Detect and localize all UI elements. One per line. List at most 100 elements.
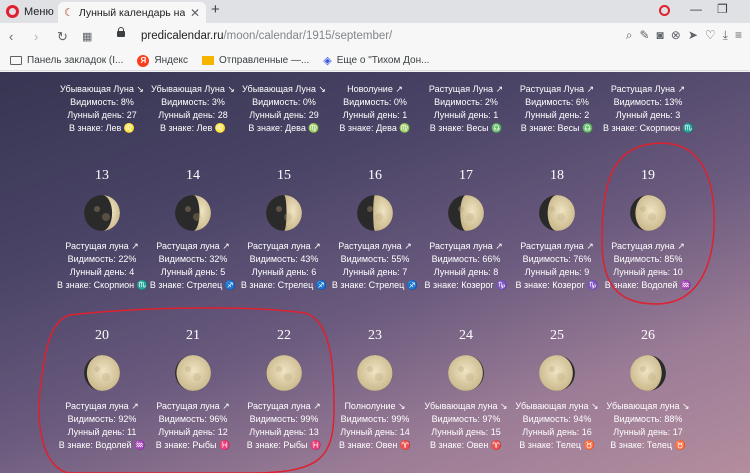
visibility-line: Видимость: 43%: [249, 254, 319, 264]
moon-phase-icon: [357, 195, 393, 231]
visibility-line: Видимость: 55%: [340, 254, 410, 264]
restore-icon[interactable]: ❐: [717, 2, 728, 16]
minimize-icon[interactable]: —: [690, 2, 702, 16]
toolbar-actions: ⌕ ✎ ◙ ⊗ ➤ ♡ ⤓ ≡: [626, 28, 742, 43]
address-field[interactable]: predicalendar.ru/moon/calendar/1915/sept…: [141, 30, 392, 42]
day-number: 22: [277, 328, 291, 343]
tab-active[interactable]: ☾ Лунный календарь на Се ✕: [58, 2, 206, 23]
phase-arrow-icon: ↗: [404, 241, 412, 251]
forward-icon[interactable]: ›: [34, 29, 38, 45]
day-number: 19: [641, 168, 655, 183]
day-cell[interactable]: Растущая Луна ↗ Видимость: 13% Лунный де…: [603, 72, 694, 142]
phase-line: Растущая луна ↗: [65, 401, 139, 411]
phase-arrow-icon: ↗: [677, 241, 685, 251]
lunar-day-line: Лунный день: 15: [431, 427, 501, 437]
back-icon[interactable]: ‹: [9, 29, 13, 45]
bookmark-mail[interactable]: Отправленные —...: [202, 55, 309, 66]
day-cell[interactable]: Растущая Луна ↗ Видимость: 6% Лунный ден…: [512, 72, 602, 142]
day-cell[interactable]: 21 Растущая луна ↗ Видимость: 96% Лунный…: [148, 324, 238, 464]
visibility-line: Видимость: 99%: [249, 414, 319, 424]
lunar-day-line: Лунный день: 9: [524, 267, 590, 277]
search-icon[interactable]: ⌕: [626, 28, 633, 43]
day-info: Растущая луна ↗ Видимость: 96% Лунный де…: [148, 400, 238, 452]
phase-arrow-icon: ↗: [586, 241, 594, 251]
day-cell[interactable]: 18 Растущая луна ↗ Видимость: 76% Лунный…: [512, 164, 602, 304]
day-cell[interactable]: 26 Убывающая луна ↘ Видимость: 88% Лунны…: [603, 324, 693, 464]
edit-icon[interactable]: ✎: [639, 28, 649, 43]
day-cell[interactable]: 16 Растущая луна ↗ Видимость: 55% Лунный…: [330, 164, 420, 304]
day-cell[interactable]: 19 Растущая луна ↗ Видимость: 85% Лунный…: [603, 164, 693, 304]
zodiac-icon: ♓: [310, 440, 322, 450]
day-cell[interactable]: 25 Убывающая луна ↘ Видимость: 94% Лунны…: [512, 324, 602, 464]
sign-line: В знаке: Телец ♉: [519, 440, 595, 450]
day-cell[interactable]: 13 Растущая луна ↗ Видимость: 22% Лунный…: [57, 164, 148, 304]
day-cell[interactable]: Убывающая Луна ↘ Видимость: 0% Лунный де…: [239, 72, 329, 142]
phase-line: Убывающая луна ↘: [606, 401, 690, 411]
visibility-line: Видимость: 94%: [522, 414, 592, 424]
phase-arrow-icon: ↘: [682, 401, 690, 411]
bookmark-yandex[interactable]: Я Яндекс: [137, 54, 188, 67]
opera-badge-icon[interactable]: [659, 5, 670, 19]
day-cell[interactable]: 14 Растущая луна ↗ Видимость: 32% Лунный…: [148, 164, 238, 304]
moon-phase-icon: [357, 355, 393, 391]
send-icon[interactable]: ➤: [688, 28, 698, 43]
lunar-day-line: Лунный день: 3: [615, 110, 681, 120]
phase-arrow-icon: ↘: [318, 84, 326, 94]
moon-phase-icon: [630, 195, 666, 231]
visibility-line: Видимость: 85%: [613, 254, 683, 264]
day-cell[interactable]: 22 Растущая луна ↗ Видимость: 99% Лунный…: [239, 324, 329, 464]
moon-phase-icon: [539, 355, 575, 391]
phase-line: Растущая Луна ↗: [428, 84, 504, 94]
day-cell[interactable]: Убывающая Луна ↘ Видимость: 8% Лунный де…: [57, 72, 147, 142]
bookmark-panel[interactable]: Панель закладок (I...: [10, 55, 123, 66]
sign-line: В знаке: Козерог ♑: [515, 280, 599, 290]
bookmark-don[interactable]: ◈ Еще о "Тихом Дон...: [323, 54, 429, 67]
moon-phase-icon: [175, 195, 211, 231]
day-info: Растущая луна ↗ Видимость: 99% Лунный де…: [239, 400, 329, 452]
adblock-icon[interactable]: ⊗: [671, 28, 681, 43]
speed-dial-icon[interactable]: ▦: [82, 29, 92, 45]
day-cell[interactable]: Убывающая Луна ↘ Видимость: 3% Лунный де…: [148, 72, 238, 142]
menu-lines-icon[interactable]: ≡: [735, 28, 742, 43]
phase-arrow-icon: ↗: [222, 241, 230, 251]
new-tab-plus-icon[interactable]: +: [211, 1, 220, 18]
day-cell[interactable]: 15 Растущая луна ↗ Видимость: 43% Лунный…: [239, 164, 329, 304]
download-icon[interactable]: ⤓: [723, 28, 728, 43]
day-cell[interactable]: 23 Полнолуние ↘ Видимость: 99% Лунный де…: [330, 324, 420, 464]
day-info: Растущая Луна ↗ Видимость: 6% Лунный ден…: [512, 83, 602, 135]
camera-icon[interactable]: ◙: [657, 28, 664, 43]
visibility-line: Видимость: 22%: [67, 254, 137, 264]
day-cell[interactable]: 24 Убывающая луна ↘ Видимость: 97% Лунны…: [421, 324, 511, 464]
sign-line: В знаке: Дева ♍: [248, 123, 320, 133]
lunar-day-line: Лунный день: 14: [340, 427, 410, 437]
visibility-line: Видимость: 8%: [70, 97, 134, 107]
day-number: 14: [186, 168, 200, 183]
phase-line: Убывающая Луна ↘: [242, 84, 326, 94]
visibility-line: Видимость: 88%: [613, 414, 683, 424]
reload-icon[interactable]: ↻: [57, 29, 68, 45]
day-number: 13: [95, 168, 109, 183]
phase-line: Убывающая луна ↘: [515, 401, 599, 411]
day-number: 23: [368, 328, 382, 343]
sign-line: В знаке: Дева ♍: [339, 123, 411, 133]
url-host: predicalendar.ru: [141, 30, 224, 42]
site-favicon-icon: ☾: [64, 7, 74, 19]
day-info: Растущая луна ↗ Видимость: 92% Лунный де…: [57, 400, 147, 452]
day-cell[interactable]: Новолуние ↗ Видимость: 0% Лунный день: 1…: [330, 72, 420, 142]
zodiac-icon: ♈: [490, 440, 503, 450]
lunar-day-line: Лунный день: 10: [613, 267, 683, 277]
moon-phase-icon: [84, 355, 120, 391]
day-cell[interactable]: 17 Растущая луна ↗ Видимость: 66% Лунный…: [421, 164, 511, 304]
lunar-day-line: Лунный день: 11: [67, 427, 137, 437]
day-cell[interactable]: Растущая Луна ↗ Видимость: 2% Лунный ден…: [421, 72, 511, 142]
phase-line: Растущая луна ↗: [156, 241, 230, 251]
menu-button[interactable]: Меню: [6, 3, 54, 20]
day-cell[interactable]: 20 Растущая луна ↗ Видимость: 92% Лунный…: [57, 324, 147, 464]
close-tab-icon[interactable]: ✕: [190, 6, 200, 20]
address-toolbar: ‹ › ↻ ▦ predicalendar.ru/moon/calendar/1…: [0, 23, 750, 51]
tab-strip: Меню ☾ Лунный календарь на Се ✕ + — ❐: [0, 0, 750, 23]
lunar-day-line: Лунный день: 2: [524, 110, 590, 120]
heart-icon[interactable]: ♡: [705, 28, 716, 43]
phase-arrow-icon: ↘: [500, 401, 508, 411]
sign-line: В знаке: Стрелец ♐: [240, 280, 328, 290]
